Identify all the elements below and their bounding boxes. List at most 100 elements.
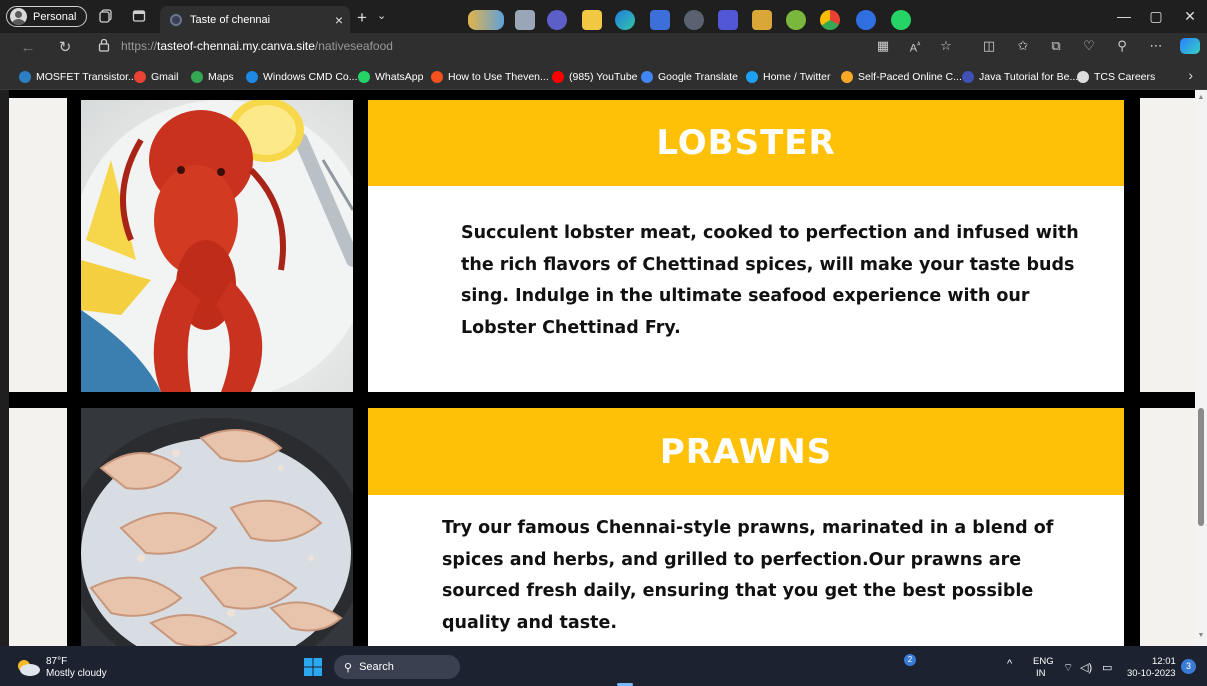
weather-cloud-icon[interactable]: [15, 657, 41, 677]
language-code[interactable]: ENG: [1033, 656, 1054, 667]
task-view-icon[interactable]: [515, 10, 535, 30]
bookmark-label: Maps: [208, 71, 234, 83]
file-explorer-icon[interactable]: [582, 10, 602, 30]
bookmark-item[interactable]: Maps: [191, 70, 234, 84]
language-region[interactable]: IN: [1036, 668, 1046, 679]
avatar-icon: [10, 8, 27, 25]
bookmark-item[interactable]: TCS Careers: [1077, 70, 1155, 84]
page-margin-right: [1140, 408, 1195, 646]
whatsapp-unread-badge: 2: [904, 654, 916, 666]
window-close-icon[interactable]: ✕: [1181, 8, 1199, 25]
collections-icon[interactable]: ⧉: [1047, 39, 1065, 53]
section-body-prawns: Try our famous Chennai-style prawns, mar…: [368, 495, 1124, 646]
page-scrollbar[interactable]: ▲ ▼: [1195, 90, 1207, 646]
visual-studio-icon[interactable]: [718, 10, 738, 30]
new-tab-icon[interactable]: +: [357, 8, 367, 28]
teams-chat-icon[interactable]: [547, 10, 567, 30]
refresh-icon[interactable]: ↻: [56, 40, 74, 56]
tab-title: Taste of chennai: [190, 13, 271, 26]
app-grid-icon[interactable]: ▦: [874, 39, 892, 53]
bookmark-item[interactable]: (985) YouTube: [552, 70, 638, 84]
battery-icon[interactable]: ▭: [1102, 661, 1112, 674]
read-aloud-icon[interactable]: Aᴬ: [906, 39, 924, 56]
minimize-icon[interactable]: —: [1115, 8, 1133, 24]
bookmark-label: Home / Twitter: [763, 71, 831, 83]
more-menu-icon[interactable]: ⋯: [1147, 39, 1165, 53]
profile-button[interactable]: Personal: [6, 6, 87, 27]
signal-icon[interactable]: [856, 10, 876, 30]
clock-time[interactable]: 12:01: [1152, 656, 1176, 667]
lock-icon[interactable]: [97, 38, 111, 52]
edge-browser-icon[interactable]: [615, 10, 635, 30]
google-icon: [134, 71, 146, 83]
qgis-icon[interactable]: [786, 10, 806, 30]
wordpress-icon: [19, 71, 31, 83]
scroll-up-arrow-icon[interactable]: ▲: [1197, 94, 1205, 102]
windows-taskbar: [0, 646, 1207, 686]
widgets-icon[interactable]: [468, 10, 504, 30]
favorites-icon[interactable]: ✩: [1014, 39, 1032, 53]
favorite-star-icon[interactable]: ☆: [937, 39, 955, 53]
section-title: LOBSTER: [656, 123, 836, 163]
microsoft-store-icon[interactable]: [650, 10, 670, 30]
tab-close-icon[interactable]: ×: [328, 12, 350, 28]
maximize-icon[interactable]: ▢: [1147, 8, 1165, 25]
bookmark-item[interactable]: MOSFET Transistor...: [19, 70, 137, 84]
description-line: Try our famous Chennai-style prawns, mar…: [442, 518, 1054, 538]
workspaces-icon[interactable]: [99, 9, 113, 23]
description-line: the rich flavors of Chettinad spices, wi…: [461, 254, 1075, 275]
description-line: Lobster Chettinad Fry.: [461, 317, 681, 338]
clock-date[interactable]: 30-10-2023: [1127, 668, 1176, 679]
description-line: sing. Indulge in the ultimate seafood ex…: [461, 286, 1030, 306]
app-icon[interactable]: [752, 10, 772, 30]
section-description: Try our famous Chennai-style prawns, mar…: [442, 513, 1053, 639]
scrollbar-thumb[interactable]: [1198, 408, 1204, 526]
tab-actions-icon[interactable]: [132, 9, 146, 23]
bookmark-item[interactable]: Home / Twitter: [746, 70, 831, 84]
description-line: Succulent lobster meat, cooked to perfec…: [461, 223, 1079, 243]
translate-icon: [641, 71, 653, 83]
section-header-lobster: LOBSTER: [368, 100, 1124, 186]
back-arrow-icon[interactable]: ←: [19, 40, 37, 56]
split-screen-icon[interactable]: ◫: [980, 39, 998, 53]
youtube-icon: [552, 71, 564, 83]
bookmarks-overflow-chevron-icon[interactable]: ›: [1188, 67, 1193, 83]
prawns-photo: [81, 408, 353, 646]
chrome-icon[interactable]: [820, 10, 840, 30]
scroll-down-arrow-icon[interactable]: ▼: [1197, 632, 1205, 640]
bookmark-item[interactable]: Self-Paced Online C...: [841, 70, 962, 84]
twitter-icon: [746, 71, 758, 83]
browser-essentials-icon[interactable]: ♡: [1080, 39, 1098, 53]
whatsapp-taskbar-icon[interactable]: [891, 10, 911, 30]
windows-start-icon[interactable]: [303, 657, 323, 677]
page-viewport: LOBSTER Succulent lobster meat, cooked t…: [9, 90, 1195, 646]
bookmark-item[interactable]: Google Translate: [641, 70, 738, 84]
url-prefix: https://: [121, 39, 158, 53]
volume-icon[interactable]: ◁): [1080, 661, 1092, 674]
bookmark-label: MOSFET Transistor...: [36, 71, 137, 83]
weather-temperature[interactable]: 87°F: [46, 656, 67, 667]
bookmark-item[interactable]: WhatsApp: [358, 70, 423, 84]
app-icon[interactable]: [684, 10, 704, 30]
bookmark-label: TCS Careers: [1094, 71, 1156, 83]
weather-condition[interactable]: Mostly cloudy: [46, 668, 107, 679]
description-line: sourced fresh daily, ensuring that you g…: [442, 581, 1034, 601]
copilot-icon[interactable]: [1180, 38, 1200, 54]
bookmark-label: Windows CMD Co...: [263, 71, 358, 83]
tab-active[interactable]: Taste of chennai ×: [160, 6, 350, 33]
geeksforgeeks-icon: [841, 71, 853, 83]
notification-badge[interactable]: 3: [1181, 659, 1196, 674]
extensions-icon[interactable]: ⚲: [1113, 39, 1131, 53]
tray-overflow-chevron-icon[interactable]: ^: [1007, 658, 1012, 670]
bookmark-label: Gmail: [151, 71, 179, 83]
bookmark-item[interactable]: Java Tutorial for Be...: [962, 70, 1078, 84]
bookmark-item[interactable]: Gmail: [134, 70, 178, 84]
site-favicon-icon: [170, 13, 182, 26]
tab-list-chevron-icon[interactable]: ⌄: [377, 9, 386, 22]
wifi-icon[interactable]: ⌔: [1063, 661, 1073, 675]
bookmark-icon: [431, 71, 443, 83]
url-text[interactable]: https://tasteof-chennai.my.canva.site/na…: [121, 39, 393, 53]
bookmark-item[interactable]: Windows CMD Co...: [246, 70, 358, 84]
taskbar-search-box[interactable]: ⚲ Search: [334, 655, 460, 679]
bookmark-item[interactable]: How to Use Theven...: [431, 70, 549, 84]
